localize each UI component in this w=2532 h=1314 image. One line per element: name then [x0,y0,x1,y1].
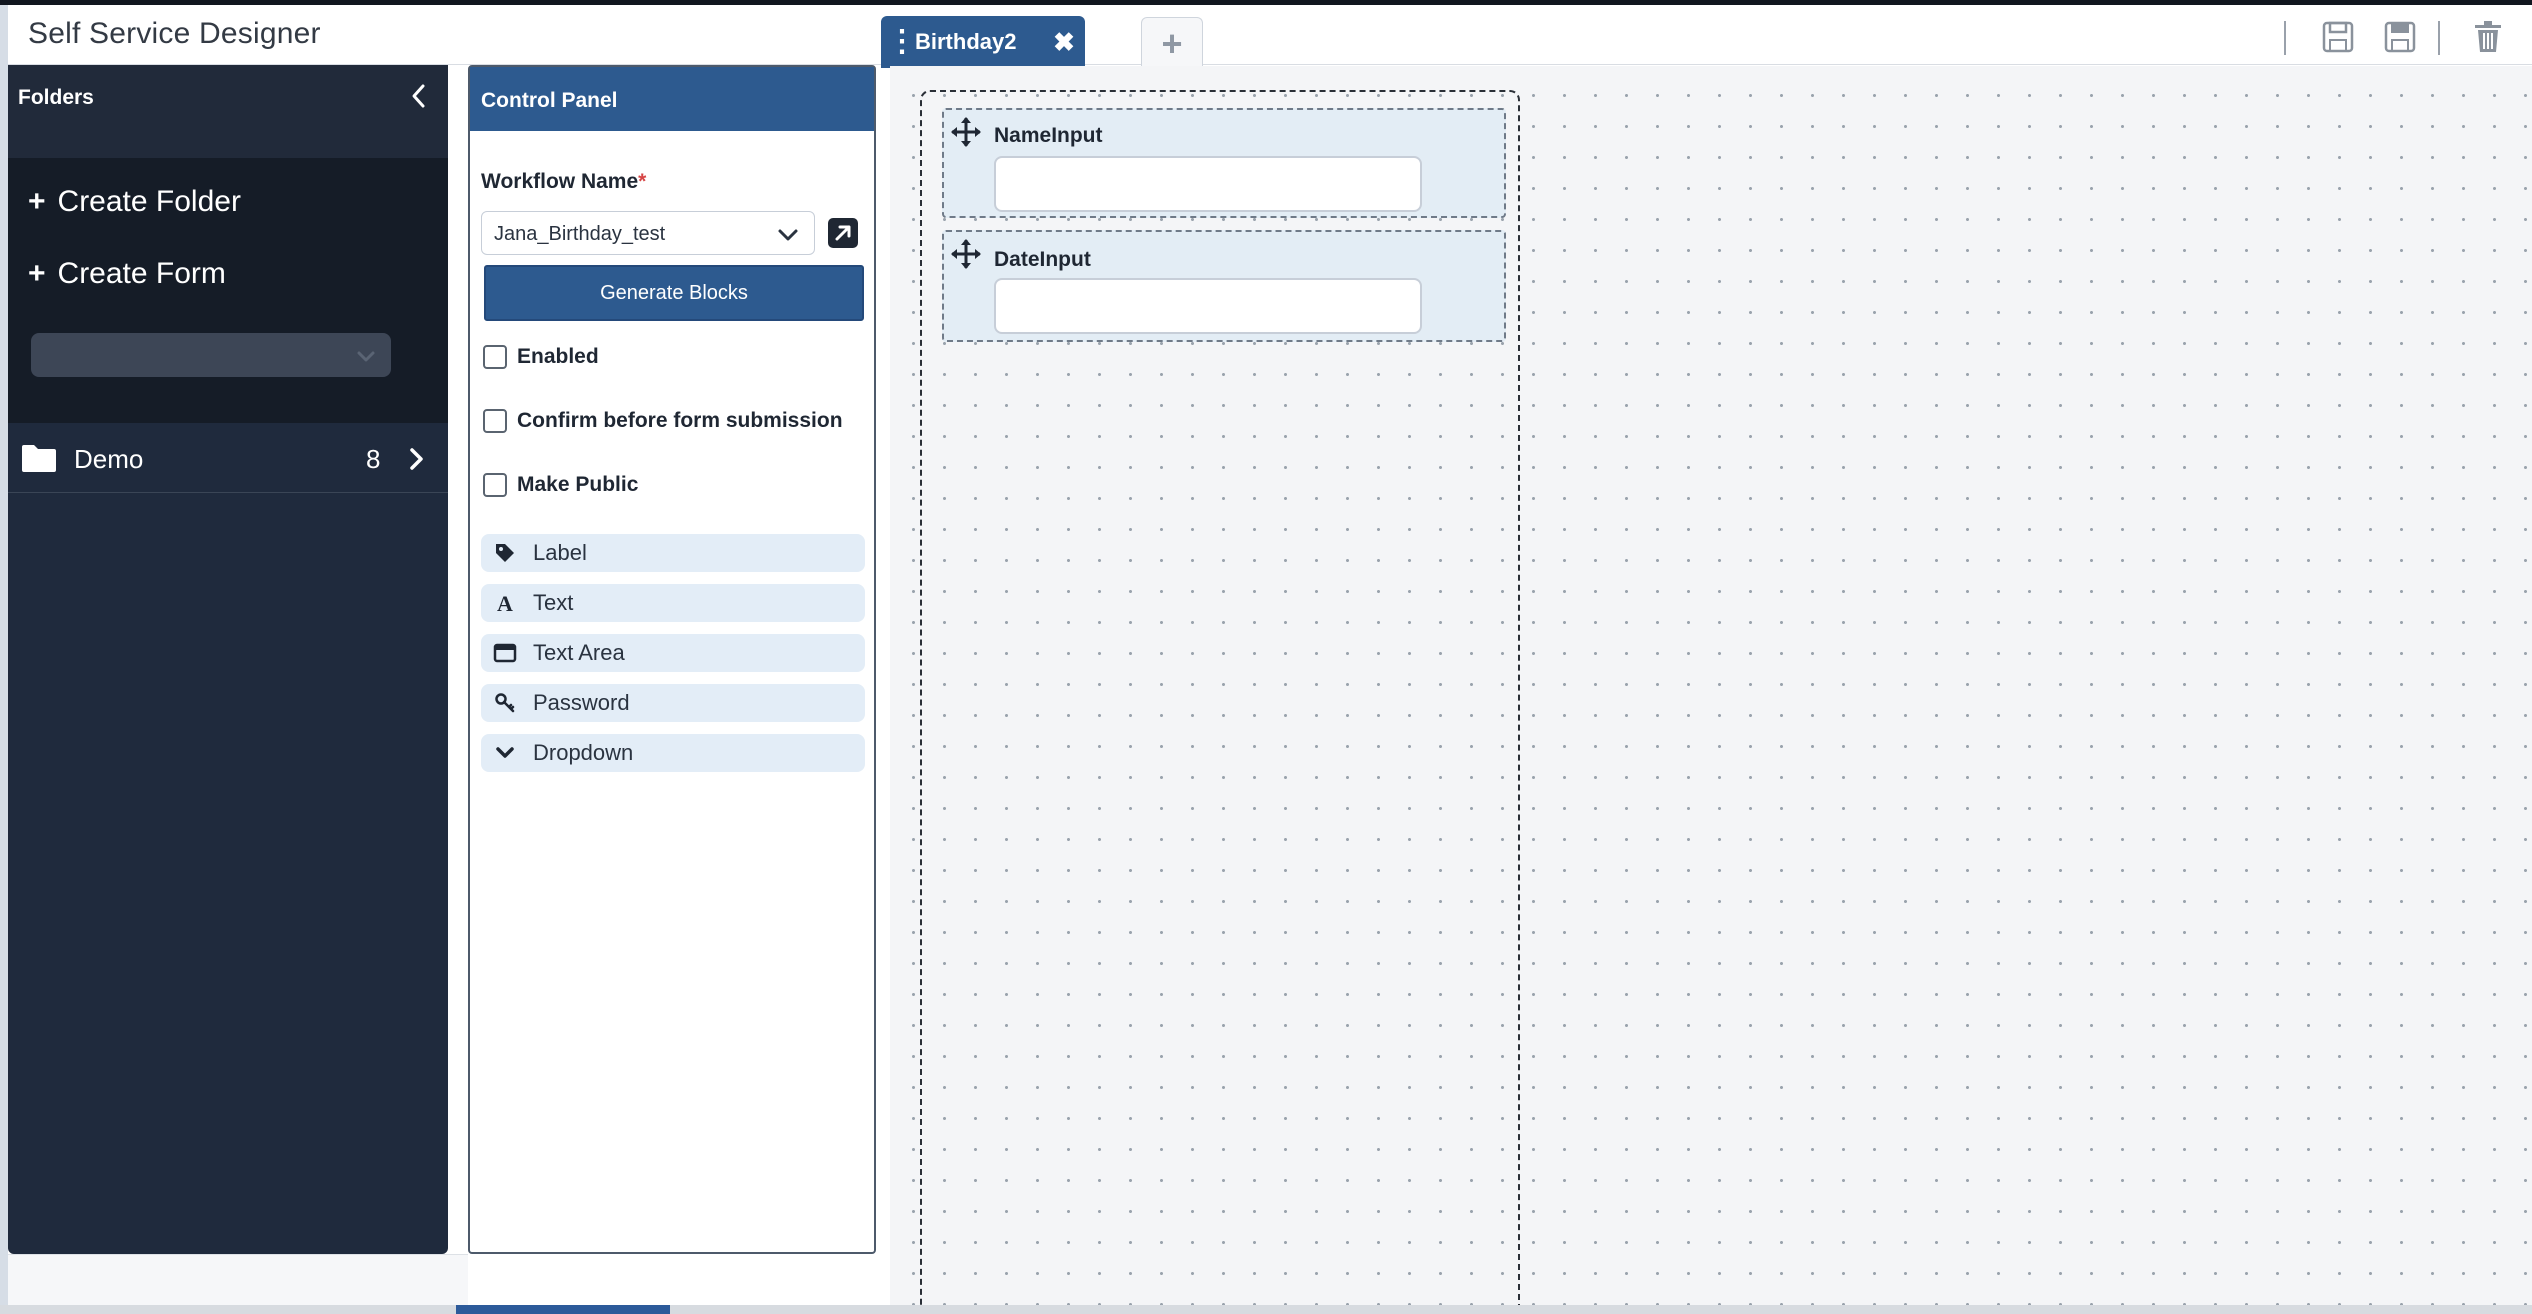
workflow-name-text: Workflow Name [481,170,639,193]
chevron-down-icon [357,351,375,362]
chevron-down-icon [493,741,517,765]
control-label[interactable]: Label [481,534,865,572]
key-icon [493,691,517,715]
enabled-label: Enabled [517,345,599,368]
field-name-label: DateInput [994,248,1091,271]
workflow-name-select[interactable]: Jana_Birthday_test [481,211,815,255]
make-public-checkbox-row[interactable]: Make Public [483,473,638,497]
create-form-label: Create Form [57,257,226,290]
field-name-label: NameInput [994,124,1103,147]
save-as-icon[interactable] [2382,19,2418,55]
header-bar: Self Service Designer ⋮ Birthday2 ✖ + [8,5,2532,69]
confirm-submission-checkbox[interactable] [483,409,507,433]
add-tab-button[interactable]: + [1141,17,1203,69]
control-panel-header: Control Panel [470,67,874,131]
move-icon[interactable] [950,116,982,148]
make-public-label: Make Public [517,473,639,496]
control-text-area-label: Text Area [533,640,625,665]
left-edge-strip [0,5,8,1314]
create-folder-label: Create Folder [57,185,241,218]
control-text-label: Text [533,590,574,615]
make-public-checkbox[interactable] [483,473,507,497]
header-divider [2438,21,2440,55]
create-folder-button[interactable]: + Create Folder [28,182,241,222]
bottom-strip [0,1305,2532,1314]
generate-blocks-button[interactable]: Generate Blocks [484,265,864,321]
workflow-name-label: Workflow Name* [481,170,646,194]
field-input-dateinput[interactable] [994,278,1422,334]
workflow-name-value: Jana_Birthday_test [494,223,666,245]
control-password[interactable]: Password [481,684,865,722]
enabled-checkbox[interactable] [483,345,507,369]
tab-close-icon[interactable]: ✖ [1047,27,1081,58]
chevron-right-icon[interactable] [404,445,428,473]
tag-icon [493,541,517,565]
control-panel-title: Control Panel [481,89,618,112]
control-text-area[interactable]: Text Area [481,634,865,672]
text-icon: A [493,591,517,615]
textarea-icon [493,641,517,665]
plus-icon: + [28,257,46,290]
folder-item-demo[interactable]: Demo 8 [8,423,448,493]
folders-sidebar: Folders + Create Folder + Create Form De… [8,65,448,1254]
sidebar-header: Folders [8,65,448,158]
tab-birthday2[interactable]: ⋮ Birthday2 ✖ [881,16,1085,68]
delete-icon[interactable] [2470,19,2506,55]
confirm-submission-label: Confirm before form submission [517,409,843,432]
form-field-dateinput[interactable]: DateInput [942,230,1506,342]
control-dropdown-label: Dropdown [533,740,634,765]
folder-name: Demo [74,444,144,474]
control-label-text: Label [533,540,587,565]
collapse-sidebar-icon[interactable] [404,81,434,111]
confirm-submission-checkbox-row[interactable]: Confirm before form submission [483,409,843,433]
folder-count: 8 [366,444,381,474]
design-canvas[interactable]: NameInput DateInput [890,66,2532,1314]
create-form-button[interactable]: + Create Form [28,254,226,294]
tab-label: Birthday2 [915,29,1017,54]
bottom-accent-strip [456,1305,670,1314]
field-input-nameinput[interactable] [994,156,1422,212]
required-mark: * [638,170,647,193]
folder-filter-select[interactable] [31,333,391,377]
sidebar-title: Folders [18,86,94,109]
control-password-label: Password [533,690,630,715]
control-dropdown[interactable]: Dropdown [481,734,865,772]
move-icon[interactable] [950,238,982,270]
control-panel: Control Panel Workflow Name* Jana_Birthd… [468,65,876,1254]
form-field-nameinput[interactable]: NameInput [942,108,1506,218]
enabled-checkbox-row[interactable]: Enabled [483,345,599,369]
tab-grip-icon[interactable]: ⋮ [887,27,917,57]
app-window: Self Service Designer ⋮ Birthday2 ✖ + Fo… [0,0,2532,1314]
folder-icon [22,445,56,472]
form-frame[interactable]: NameInput DateInput [920,90,1520,1314]
app-title: Self Service Designer [28,17,321,50]
control-text[interactable]: A Text [481,584,865,622]
plus-icon: + [28,185,46,218]
header-divider [2284,21,2286,55]
chevron-down-icon [778,229,798,241]
open-workflow-icon[interactable] [826,216,860,250]
save-icon[interactable] [2320,19,2356,55]
svg-text:A: A [497,592,513,614]
